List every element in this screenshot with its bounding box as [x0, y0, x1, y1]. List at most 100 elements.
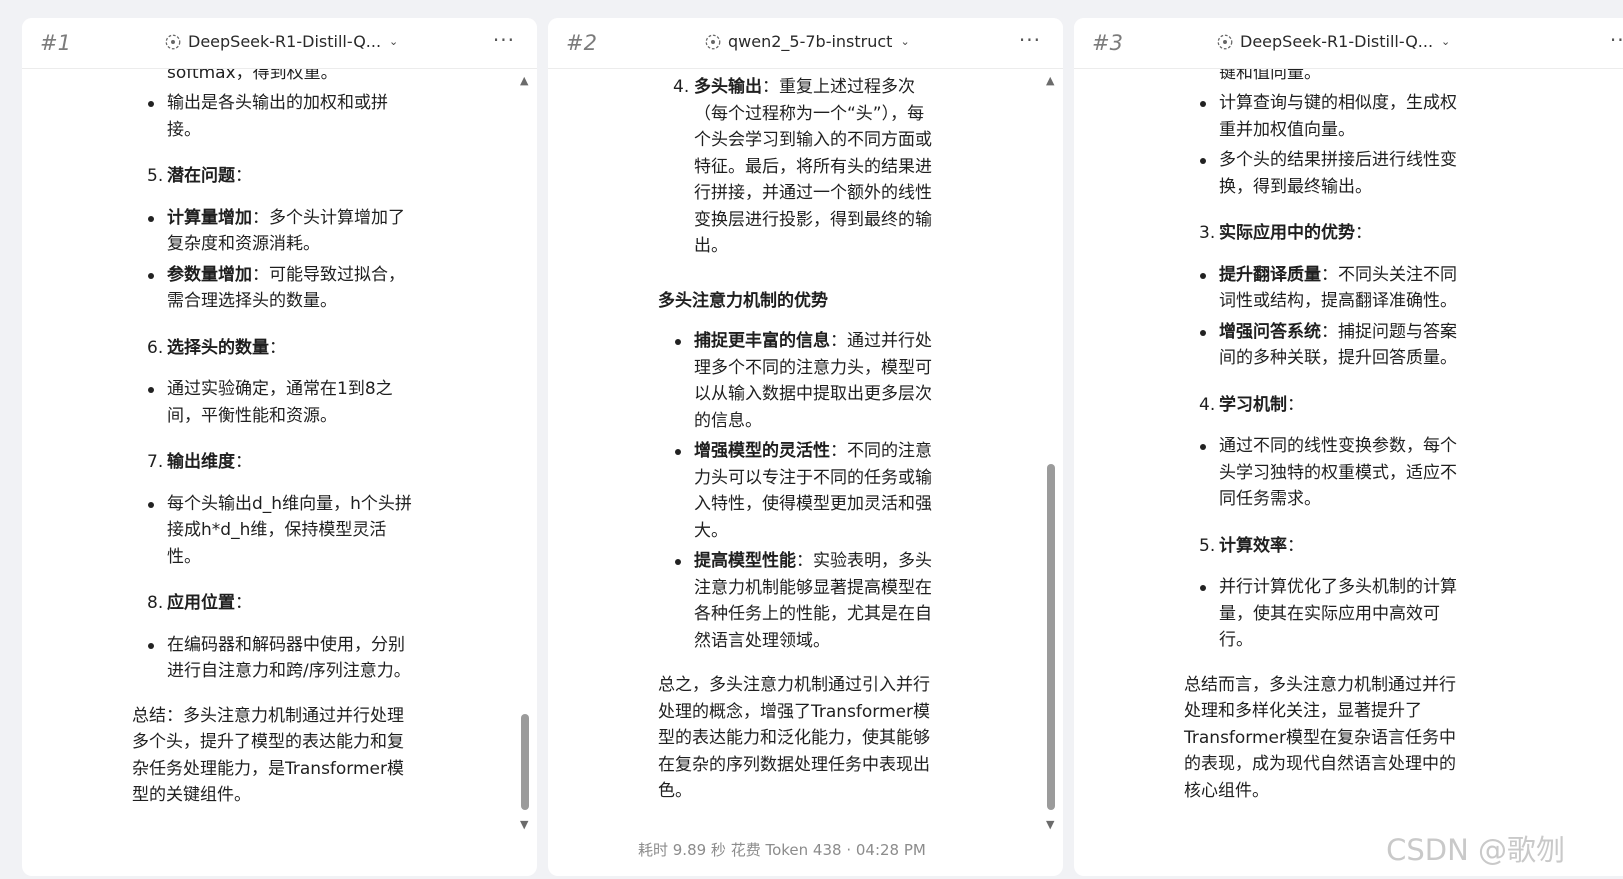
bullet-icon [1200, 272, 1206, 279]
list-item-line: 换，得到最终输出。 [1219, 176, 1372, 197]
list-item-line: 行拼接，并通过一个额外的线性 [694, 183, 932, 203]
list-item-line: 理多个不同的注意力头，模型可 [694, 357, 932, 378]
summary-line: 杂任务处理能力，是Transformer模 [132, 758, 405, 779]
bullet-icon [148, 272, 154, 279]
list-item-line: 增强模型的灵活性：不同的注意 [694, 441, 932, 461]
list-item-line: 注意力机制能够显著提高模型在 [694, 577, 932, 598]
model-logo-icon [165, 34, 181, 49]
list-item-line: 捕捉更丰富的信息：通过并行处 [694, 331, 932, 351]
summary-line: 处理的概念，增强了Transformer模 [658, 701, 931, 722]
list-item-line: 的信息。 [694, 410, 762, 431]
summary-line: 总之，多头注意力机制通过引入并行 [658, 675, 930, 695]
list-item-line: 通过不同的线性变换参数，每个 [1219, 436, 1457, 456]
response-panel-1: #1 DeepSeek-R1-Distill-Q... ⌄ ··· softma… [22, 18, 537, 876]
list-item-title: 增强模型的灵活性 [694, 441, 830, 461]
partial-text: softmax，得到权重。 [167, 68, 338, 83]
summary-line: 色。 [658, 781, 692, 801]
list-item-line: 各种任务上的性能，尤其是在自 [694, 604, 932, 624]
list-item-line: 参数量增加：可能导致过拟合， [167, 264, 405, 285]
list-item-title: 参数量增加 [167, 264, 252, 285]
message-content: 4. 多头输出：重复上述过程多次 （每个过程称为一个“头”），每 个头会学习到输入的不… [548, 68, 1063, 876]
list-item-line: 特征。最后，将所有头的结果进 [694, 156, 932, 177]
list-item-line: 输出是各头输出的加权和或拼 [167, 93, 388, 113]
model-selector[interactable]: qwen2_5-7b-instruct ⌄ [704, 32, 910, 51]
bullet-icon [148, 642, 154, 649]
list-number: 7. [147, 452, 164, 472]
bullet-icon [1200, 585, 1206, 591]
model-logo-icon [705, 34, 721, 49]
list-item-line: 接。 [167, 119, 201, 140]
response-panel-3: #3 DeepSeek-R1-Distill-Q... ⌄ ··· 键和值向量。… [1074, 18, 1623, 876]
model-name: DeepSeek-R1-Distill-Q... [188, 32, 382, 51]
list-item-line: 大。 [694, 520, 728, 541]
summary-line: 型的表达能力和泛化能力，使其能够 [658, 728, 930, 748]
model-selector[interactable]: DeepSeek-R1-Distill-Q... ⌄ [164, 32, 398, 51]
bullet-icon [148, 387, 154, 393]
section-heading: 应用位置： [167, 593, 252, 613]
section-heading: 输出维度： [167, 452, 252, 472]
scrollbar-thumb[interactable] [1047, 464, 1055, 810]
bullet-icon [1200, 329, 1206, 336]
list-item-line: 复杂度和资源消耗。 [167, 234, 320, 254]
watermark: CSDN @歌刎 [1386, 833, 1565, 867]
scroll-up-icon[interactable]: ▲ [1046, 74, 1054, 87]
list-item-line: 每个头输出d_h维向量，h个头拼 [167, 493, 412, 514]
partial-text: 键和值向量。 [1219, 68, 1321, 83]
model-name: DeepSeek-R1-Distill-Q... [1240, 32, 1434, 51]
bullet-icon [675, 449, 681, 455]
list-item-line: 重并加权值向量。 [1219, 119, 1355, 140]
list-item-line: 力头可以专注于不同的任务或输 [694, 467, 932, 488]
scroll-down-icon[interactable]: ▼ [520, 818, 528, 831]
panel-number: #1 [40, 31, 71, 55]
list-item-line: 增强问答系统：捕捉问题与答案 [1219, 321, 1457, 342]
bullet-icon [148, 101, 154, 107]
list-item-line: 通过实验确定，通常在1到8之 [167, 379, 393, 399]
message-content: 键和值向量。 计算查询与键的相似度，生成权 重并加权值向量。 多个头的结果拼接后进行线… [1074, 68, 1623, 876]
list-item-line: 计算查询与键的相似度，生成权 [1219, 93, 1457, 113]
more-icon[interactable]: ··· [1610, 28, 1623, 52]
list-item-line: 以从输入数据中提取出更多层次 [694, 384, 932, 404]
list-item-line: 接成h*d_h维，保持模型灵活 [167, 520, 387, 540]
scrollbar-thumb[interactable] [521, 714, 529, 810]
summary-line: 总结：多头注意力机制通过并行处理 [132, 705, 404, 726]
list-number: 5. [1199, 535, 1216, 556]
model-name: qwen2_5-7b-instruct [728, 32, 893, 51]
bullet-icon [675, 559, 681, 565]
list-item-line: 在编码器和解码器中使用，分别 [167, 634, 405, 655]
model-selector[interactable]: DeepSeek-R1-Distill-Q... ⌄ [1216, 32, 1450, 51]
list-item-title: 提高模型性能 [694, 551, 796, 571]
list-item-line: 入特性，使得模型更加灵活和强 [694, 494, 932, 514]
list-item-title: 提升翻译质量 [1219, 264, 1321, 285]
list-item-line: 间，平衡性能和资源。 [167, 405, 337, 426]
scroll-down-icon[interactable]: ▼ [1046, 818, 1054, 831]
message-content: softmax，得到权重。 输出是各头输出的加权和或拼 接。 5. 潜在问题： 计算量增加… [22, 68, 537, 876]
list-item-line: 出。 [694, 236, 728, 256]
list-item-line: 性。 [167, 546, 201, 567]
list-item-title: 增强问答系统 [1219, 321, 1321, 342]
section-heading: 学习机制： [1219, 394, 1304, 415]
summary-line: 的表现，成为现代自然语言处理中的 [1184, 754, 1456, 774]
list-item-line: 同任务需求。 [1219, 489, 1321, 509]
scrollbar[interactable]: ▲ ▼ [1044, 74, 1058, 854]
panel-header: #3 DeepSeek-R1-Distill-Q... ⌄ ··· [1074, 18, 1623, 69]
section-heading: 实际应用中的优势： [1219, 223, 1372, 243]
more-icon[interactable]: ··· [493, 28, 515, 52]
bullet-icon [148, 501, 154, 508]
list-item-title: 捕捉更丰富的信息 [694, 331, 830, 351]
list-item-line: 提高模型性能：实验表明，多头 [694, 551, 932, 571]
chevron-down-icon: ⌄ [1441, 35, 1451, 48]
list-item-line: 计算量增加：多个头计算增加了 [167, 207, 405, 228]
scroll-up-icon[interactable]: ▲ [520, 74, 528, 87]
scrollbar[interactable]: ▲ ▼ [518, 74, 532, 854]
list-item-line: 头学习独特的权重模式，适应不 [1219, 462, 1457, 483]
list-number: 4. [1199, 394, 1216, 415]
section-heading: 选择头的数量： [167, 337, 286, 358]
list-number: 4. [673, 77, 690, 97]
more-icon[interactable]: ··· [1019, 28, 1041, 52]
list-number: 6. [147, 337, 164, 358]
list-item-line: 间的多种关联，提升回答质量。 [1219, 348, 1457, 368]
section-heading: 潜在问题： [167, 166, 252, 186]
list-item-title: 计算量增加 [167, 207, 252, 228]
list-number: 3. [1199, 223, 1216, 243]
panel-number: #2 [566, 31, 597, 55]
